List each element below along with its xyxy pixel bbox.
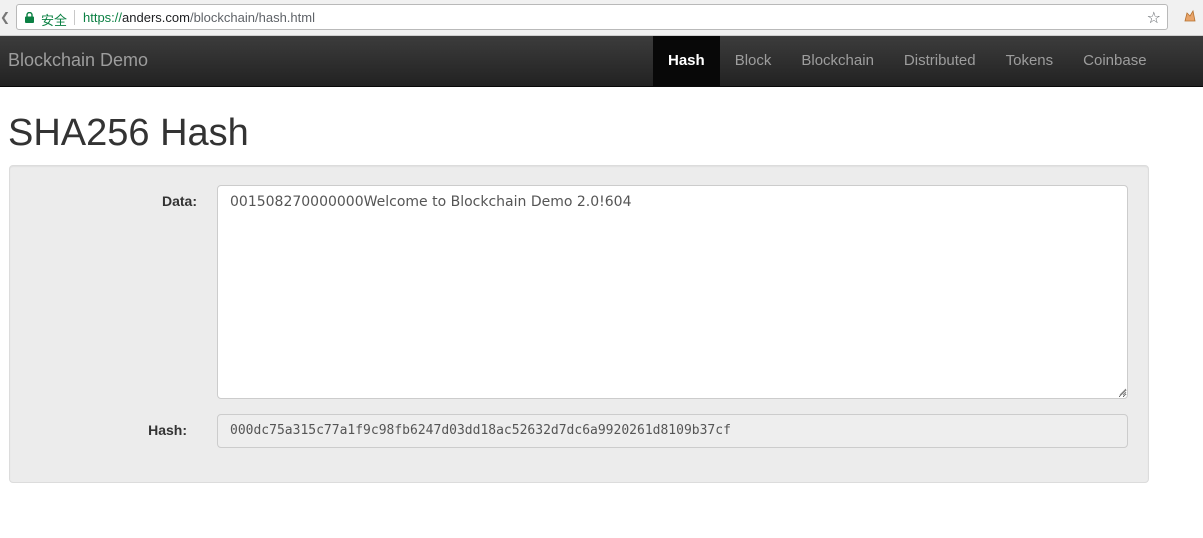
nav-item-tokens[interactable]: Tokens: [991, 36, 1069, 86]
reload-icon-edge[interactable]: ❮: [0, 10, 10, 24]
bookmark-star-icon[interactable]: ☆: [1147, 8, 1161, 27]
page-title: SHA256 Hash: [8, 112, 249, 154]
navbar-brand[interactable]: Blockchain Demo: [8, 50, 148, 71]
nav-item-blockchain[interactable]: Blockchain: [786, 36, 889, 86]
url-text[interactable]: https://anders.com/blockchain/hash.html: [83, 10, 315, 25]
data-textarea[interactable]: 001508270000000Welcome to Blockchain Dem…: [217, 185, 1128, 399]
hash-output-field[interactable]: 000dc75a315c77a1f9c98fb6247d03dd18ac5263…: [217, 414, 1128, 448]
nav-menu: Hash Block Blockchain Distributed Tokens…: [653, 36, 1162, 86]
url-path: /blockchain/hash.html: [189, 10, 315, 25]
nav-item-distributed[interactable]: Distributed: [889, 36, 991, 86]
extension-icon[interactable]: [1183, 9, 1197, 23]
hash-label: Hash:: [148, 422, 187, 438]
lock-icon: [25, 12, 34, 23]
address-bar[interactable]: 安全 https://anders.com/blockchain/hash.ht…: [16, 4, 1168, 30]
nav-item-hash[interactable]: Hash: [653, 36, 720, 86]
url-host: anders.com: [122, 10, 190, 25]
omnibox-divider: [74, 10, 75, 25]
top-navbar: Blockchain Demo Hash Block Blockchain Di…: [0, 36, 1203, 87]
nav-item-coinbase[interactable]: Coinbase: [1068, 36, 1161, 86]
browser-toolbar: ❮ 安全 https://anders.com/blockchain/hash.…: [0, 0, 1203, 36]
hash-form-panel: Data: 001508270000000Welcome to Blockcha…: [9, 165, 1149, 483]
secure-label: 安全: [41, 14, 68, 29]
nav-item-block[interactable]: Block: [720, 36, 787, 86]
data-label: Data:: [161, 193, 197, 209]
url-scheme: https://: [83, 10, 123, 25]
resize-grip-icon[interactable]: [1119, 388, 1127, 396]
